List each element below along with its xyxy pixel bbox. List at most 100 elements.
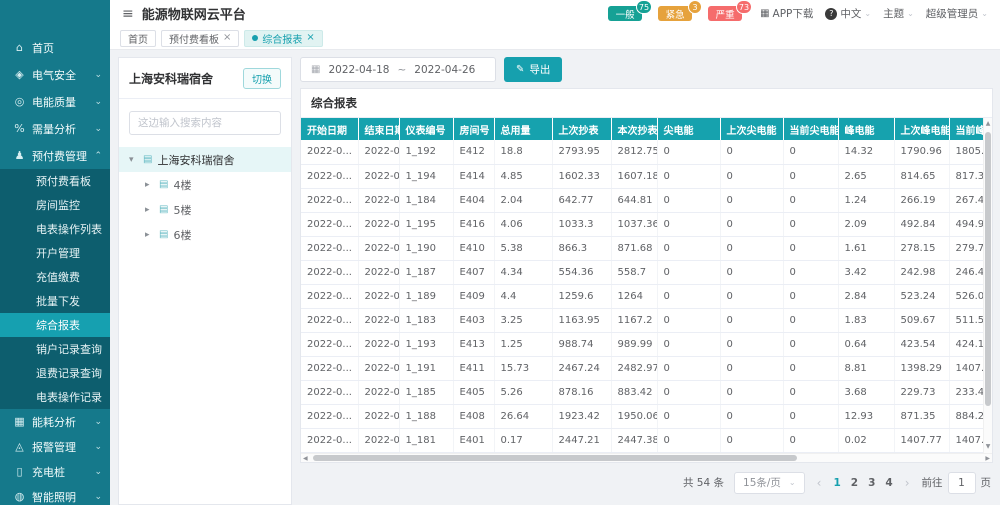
- horizontal-scroll-thumb[interactable]: [313, 455, 797, 461]
- table-row: 2022-0...2022-04-26 ...1_184E4042.04642.…: [301, 188, 992, 212]
- sidebar-subitem-label: 电表操作记录: [36, 389, 102, 405]
- breadcrumb-tab[interactable]: 预付费看板 ×: [161, 30, 239, 47]
- table-cell: 12.93: [838, 404, 894, 428]
- sidebar-subitem[interactable]: 销户记录查询: [0, 337, 110, 361]
- sidebar-subitem[interactable]: 预付费看板: [0, 169, 110, 193]
- table-cell: 0: [657, 404, 720, 428]
- alarm-badge[interactable]: 一般 75: [608, 6, 642, 21]
- breadcrumb-tab[interactable]: 首页: [120, 30, 156, 47]
- app-download-link[interactable]: ▦ APP下载: [760, 6, 813, 21]
- alarm-badge[interactable]: 紧急 3: [658, 6, 692, 21]
- energy-analysis-icon: ▦: [13, 415, 26, 428]
- scroll-down-icon[interactable]: ▼: [984, 441, 992, 453]
- sidebar-subitem[interactable]: 综合报表: [0, 313, 110, 337]
- sidebar-subitem[interactable]: 退费记录查询: [0, 361, 110, 385]
- goto-page-input[interactable]: [948, 472, 976, 494]
- table-cell: 2022-0...: [301, 164, 358, 188]
- tree-search-input[interactable]: [129, 111, 281, 135]
- user-menu[interactable]: 超级管理员 ⌄: [926, 6, 988, 21]
- table-cell: 883.42: [611, 380, 657, 404]
- switch-button[interactable]: 切换: [243, 68, 281, 89]
- scroll-right-icon[interactable]: ▶: [985, 454, 990, 462]
- date-start-value[interactable]: 2022-04-18: [328, 64, 389, 76]
- column-header: 上次抄表: [552, 118, 611, 140]
- table-cell: 1398.29: [894, 356, 949, 380]
- table-cell: 2467.24: [552, 356, 611, 380]
- table-cell: 0: [783, 332, 838, 356]
- sidebar-subitem[interactable]: 开户管理: [0, 241, 110, 265]
- column-header: 总用量: [494, 118, 552, 140]
- page-numbers: 1 2 3 4: [833, 477, 892, 489]
- tree-node[interactable]: ▸ ▤ 6楼: [119, 222, 291, 247]
- export-button[interactable]: ✎ 导出: [504, 57, 562, 82]
- sidebar-subitem-label: 充值缴费: [36, 269, 80, 285]
- tree-node-root[interactable]: ▾ ▤ 上海安科瑞宿舍: [119, 147, 291, 172]
- sidebar-item[interactable]: ▯ 充电桩 ⌄: [0, 459, 110, 484]
- table-cell: 0: [783, 428, 838, 452]
- alarm-badge[interactable]: 严重 73: [708, 6, 742, 21]
- sidebar-subitem[interactable]: 电表操作记录: [0, 385, 110, 409]
- page-number[interactable]: 1: [833, 477, 840, 489]
- sidebar-item[interactable]: ♟ 预付费管理 ⌃: [0, 142, 110, 169]
- table-cell: 2022-04-26 ...: [358, 284, 399, 308]
- tree-node[interactable]: ▸ ▤ 5楼: [119, 197, 291, 222]
- sidebar-item[interactable]: ◎ 电能质量 ⌄: [0, 88, 110, 115]
- page-number[interactable]: 3: [868, 477, 875, 489]
- sidebar-subitem[interactable]: 充值缴费: [0, 265, 110, 289]
- scroll-up-icon[interactable]: ▲: [984, 118, 992, 130]
- horizontal-scrollbar[interactable]: ◀ ▶: [301, 453, 992, 462]
- app-download-label: APP下载: [773, 6, 814, 21]
- sidebar-item[interactable]: ◈ 电气安全 ⌄: [0, 61, 110, 88]
- table-cell: 1037.36: [611, 212, 657, 236]
- next-page-button[interactable]: ›: [903, 476, 912, 490]
- sidebar-item[interactable]: ▦ 能耗分析 ⌄: [0, 409, 110, 434]
- close-icon[interactable]: ×: [306, 33, 314, 43]
- sidebar-item[interactable]: ◍ 智能照明 ⌄: [0, 484, 110, 505]
- breadcrumb-tab[interactable]: 综合报表 ×: [244, 30, 322, 47]
- theme-menu[interactable]: 主题 ⌄: [883, 6, 914, 21]
- page-number[interactable]: 4: [885, 477, 892, 489]
- goto-page: 前往 页: [922, 472, 992, 494]
- column-header: 上次峰电能: [894, 118, 949, 140]
- chevron-down-icon: ⌄: [907, 9, 914, 18]
- table-cell: 1_193: [399, 332, 453, 356]
- scroll-left-icon[interactable]: ◀: [303, 454, 308, 462]
- table-cell: 2022-04-26 ...: [358, 404, 399, 428]
- vertical-scrollbar[interactable]: ▲ ▼: [983, 118, 992, 453]
- page-size-select[interactable]: 15条/页 ⌄: [734, 472, 805, 494]
- table-cell: 1259.6: [552, 284, 611, 308]
- prev-page-button[interactable]: ‹: [815, 476, 824, 490]
- sidebar-item[interactable]: ⌂ 首页: [0, 34, 110, 61]
- table-cell: 229.73: [894, 380, 949, 404]
- sidebar-subitem[interactable]: 批量下发: [0, 289, 110, 313]
- close-icon[interactable]: ×: [223, 33, 231, 43]
- tree-node[interactable]: ▸ ▤ 4楼: [119, 172, 291, 197]
- vertical-scroll-thumb[interactable]: [985, 132, 991, 406]
- caret-right-icon: ▸: [145, 230, 154, 240]
- table-cell: 509.67: [894, 308, 949, 332]
- table-cell: 554.36: [552, 260, 611, 284]
- hamburger-icon[interactable]: ≡: [122, 7, 134, 21]
- date-end-value[interactable]: 2022-04-26: [414, 64, 475, 76]
- table-cell: 1_195: [399, 212, 453, 236]
- table-cell: 4.06: [494, 212, 552, 236]
- table-cell: 0: [783, 140, 838, 164]
- date-range-picker[interactable]: ▦ 2022-04-18 ~ 2022-04-26: [300, 57, 496, 82]
- floor-icon: ▤: [159, 229, 168, 240]
- table-cell: 2022-0...: [301, 236, 358, 260]
- sidebar-item[interactable]: % 需量分析 ⌄: [0, 115, 110, 142]
- caret-down-icon: ▾: [129, 155, 138, 165]
- sidebar-item[interactable]: ◬ 报警管理 ⌄: [0, 434, 110, 459]
- table-cell: 0: [657, 236, 720, 260]
- column-header: 仪表编号: [399, 118, 453, 140]
- table-cell: 2022-0...: [301, 404, 358, 428]
- language-menu[interactable]: ? 中文 ⌄: [825, 6, 871, 21]
- alarm-badges: 一般 75 紧急 3 严重 73: [608, 6, 742, 21]
- sidebar-subitem[interactable]: 房间监控: [0, 193, 110, 217]
- table-row: 2022-0...2022-04-26 ...1_194E4144.851602…: [301, 164, 992, 188]
- page-number[interactable]: 2: [851, 477, 858, 489]
- table-cell: E401: [453, 428, 494, 452]
- chevron-icon: ⌄: [94, 417, 102, 427]
- sidebar-subitem[interactable]: 电表操作列表: [0, 217, 110, 241]
- table-cell: 558.7: [611, 260, 657, 284]
